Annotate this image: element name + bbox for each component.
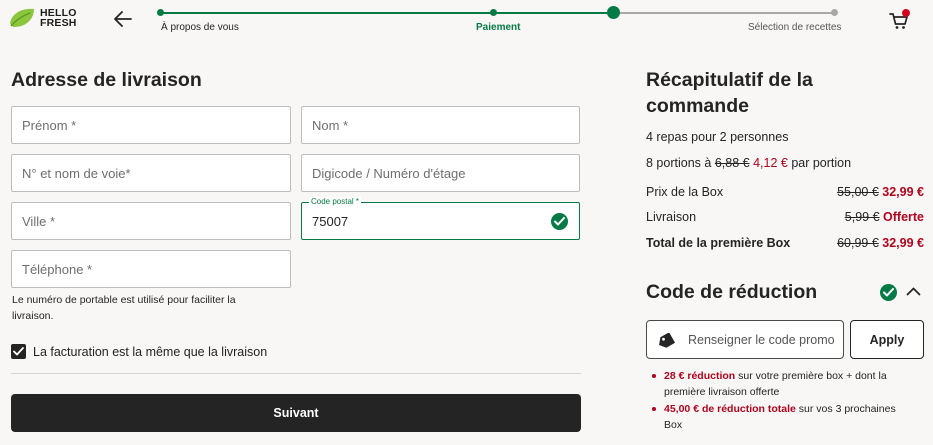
progress-track-upcoming <box>614 12 834 14</box>
benefit-highlight: 45,00 € de réduction totale <box>664 403 796 415</box>
street-placeholder: N° et nom de voie* <box>22 166 131 181</box>
leaf-logo-icon <box>10 8 34 27</box>
step-label-about[interactable]: À propos de vous <box>161 22 239 33</box>
list-item: 28 € réduction sur votre première box + … <box>651 368 916 400</box>
cart-badge <box>902 9 910 17</box>
row-old-price: 55,00 € <box>837 185 879 199</box>
progress-track-done <box>160 12 612 14</box>
street-field[interactable]: N° et nom de voie* <box>11 154 291 192</box>
delivery-row: Livraison 5,99 € Offerte <box>646 210 924 224</box>
row-new-price: 32,99 € <box>882 236 924 250</box>
row-old-price: 60,99 € <box>837 236 879 250</box>
chevron-up-icon[interactable] <box>906 286 921 296</box>
portion-new-price: 4,12 € <box>753 156 788 170</box>
promo-title: Code de réduction <box>646 281 818 303</box>
phone-placeholder: Téléphone * <box>22 262 93 277</box>
step-dot-payment <box>490 9 497 16</box>
list-item: 45,00 € de réduction totale sur vos 3 pr… <box>651 401 916 433</box>
checkmark-icon <box>13 347 24 356</box>
phone-hint: Le numéro de portable est utilisé pour f… <box>12 294 236 322</box>
hellofresh-logo[interactable]: HELLO FRESH <box>8 7 77 29</box>
back-button[interactable] <box>112 8 134 30</box>
summary-title: Récapitulatif de la commande <box>646 69 813 117</box>
first-name-field[interactable]: Prénom * <box>11 106 291 144</box>
divider <box>11 373 581 374</box>
checkout-progress: À propos de vous Paiement Sélection de r… <box>157 5 842 35</box>
logo-text: HELLO FRESH <box>40 7 77 29</box>
billing-checkbox[interactable] <box>11 344 26 359</box>
tag-icon <box>659 333 675 348</box>
portions-prefix: 8 portions à <box>646 156 712 170</box>
row-label: Livraison <box>646 210 697 224</box>
phone-field[interactable]: Téléphone * <box>11 250 291 288</box>
step-dot-about <box>157 9 164 16</box>
portions-suffix: par portion <box>791 156 852 170</box>
step-dot-recipes <box>831 9 838 16</box>
meals-info: 4 repas pour 2 personnes <box>646 130 789 144</box>
step-dot-current <box>607 6 620 19</box>
next-button[interactable]: Suivant <box>11 394 581 432</box>
last-name-field[interactable]: Nom * <box>301 106 580 144</box>
step-label-payment: Paiement <box>476 22 521 33</box>
row-label: Prix de la Box <box>646 185 724 199</box>
total-row: Total de la première Box 60,99 € 32,99 € <box>646 236 924 250</box>
row-new-price: Offerte <box>883 210 924 224</box>
portions-info: 8 portions à 6,88 € 4,12 € par portion <box>646 156 851 170</box>
portion-old-price: 6,88 € <box>714 156 750 170</box>
promo-benefits: 28 € réduction sur votre première box + … <box>651 368 916 434</box>
promo-valid-icon <box>880 284 897 301</box>
last-name-placeholder: Nom * <box>312 118 349 133</box>
digicode-placeholder: Digicode / Numéro d'étage <box>312 166 466 181</box>
benefit-highlight: 28 € réduction <box>664 370 736 382</box>
promo-code-input[interactable]: Renseigner le code promo <box>646 320 844 359</box>
box-price-row: Prix de la Box 55,00 € 32,99 € <box>646 185 924 199</box>
arrow-left-icon <box>114 11 132 27</box>
row-new-price: 32,99 € <box>882 185 924 199</box>
apply-button[interactable]: Apply <box>850 320 924 359</box>
address-title: Adresse de livraison <box>11 69 202 91</box>
postal-code-value: 75007 <box>312 214 349 229</box>
row-old-price: 5,99 € <box>844 210 880 224</box>
promo-placeholder: Renseigner le code promo <box>688 333 835 347</box>
postal-code-field[interactable]: Code postal * 75007 <box>301 197 580 240</box>
postal-code-label: Code postal * <box>309 197 362 206</box>
row-label: Total de la première Box <box>646 236 791 250</box>
city-placeholder: Ville * <box>22 214 56 229</box>
step-label-recipes: Sélection de recettes <box>748 22 842 33</box>
digicode-field[interactable]: Digicode / Numéro d'étage <box>301 154 580 192</box>
billing-same-label: La facturation est la même que la livrai… <box>33 344 268 359</box>
city-field[interactable]: Ville * <box>11 202 291 240</box>
first-name-placeholder: Prénom * <box>22 118 77 133</box>
billing-same-toggle[interactable]: La facturation est la même que la livrai… <box>11 344 267 359</box>
valid-check-icon <box>551 213 568 230</box>
